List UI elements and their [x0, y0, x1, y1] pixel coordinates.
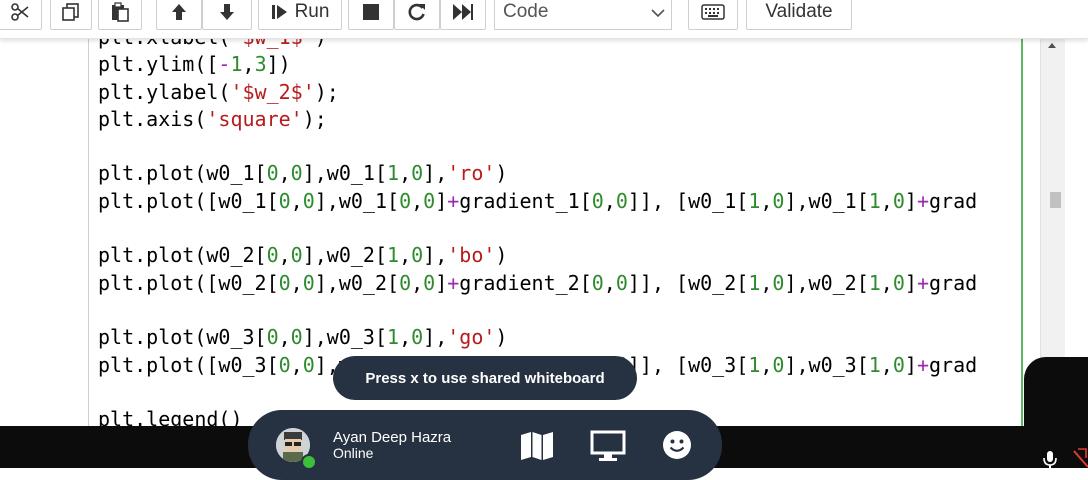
run-all-button[interactable]: [440, 0, 486, 30]
interrupt-button[interactable]: [348, 0, 394, 30]
move-cell-down-button[interactable]: [202, 0, 252, 30]
paste-button[interactable]: [98, 0, 142, 30]
user-name: Ayan Deep Hazra: [333, 429, 452, 446]
mic-muted-icon[interactable]: [1072, 448, 1088, 468]
restart-kernel-button[interactable]: [394, 0, 440, 30]
restart-icon: [408, 3, 425, 21]
code-line: plt.plot([w0_2[0,0],w0_2[0,0]+gradient_2…: [98, 270, 978, 295]
user-pill: [248, 410, 722, 480]
user-status: Online: [333, 445, 374, 461]
whiteboard-hint-toast: Press x to use shared whiteboard: [333, 356, 637, 400]
code-line: plt.ylim([-1,3]): [98, 52, 291, 77]
move-cell-up-button[interactable]: [156, 0, 202, 30]
code-line: plt.axis('square');: [98, 106, 327, 131]
run-label: Run: [294, 1, 330, 22]
map-icon[interactable]: [520, 431, 554, 461]
scissors-icon: [11, 3, 29, 21]
cell-type-value: Code: [503, 1, 549, 22]
cell-type-select[interactable]: Code: [494, 0, 672, 30]
cut-button[interactable]: [0, 0, 42, 30]
copy-icon: [62, 3, 79, 21]
validate-label: Validate: [765, 1, 833, 22]
fast-forward-icon: [453, 4, 473, 20]
stop-icon: [363, 4, 379, 20]
smiley-icon[interactable]: [662, 430, 692, 460]
run-button[interactable]: Run: [258, 0, 342, 30]
paste-icon: [112, 2, 129, 22]
code-line: plt.plot(w0_2[0,0],w0_2[1,0],'bo'): [98, 243, 508, 268]
validate-button[interactable]: Validate: [746, 0, 852, 30]
code-line: plt.plot(w0_1[0,0],w0_1[1,0],'ro'): [98, 161, 508, 186]
chevron-down-icon: [651, 9, 665, 18]
copy-button[interactable]: [50, 0, 92, 30]
cell-input-border: [88, 38, 89, 428]
arrow-down-icon: [220, 4, 234, 20]
scrollbar-thumb[interactable]: [1050, 192, 1061, 208]
cell-edit-mode-border: [1021, 38, 1023, 428]
arrow-up-icon: [172, 4, 186, 20]
notebook-toolbar: Run Code Validate: [0, 0, 1088, 39]
code-line: plt.plot([w0_1[0,0],w0_1[0,0]+gradient_1…: [98, 188, 978, 213]
toast-message: Press x to use shared whiteboard: [365, 369, 605, 387]
microphone-icon[interactable]: [1042, 450, 1058, 468]
code-line: plt.plot(w0_3[0,0],w0_3[1,0],'go'): [98, 325, 508, 350]
scroll-up-arrow-icon[interactable]: [1048, 43, 1056, 48]
code-line: plt.ylabel('$w_2$');: [98, 79, 339, 104]
monitor-icon[interactable]: [590, 430, 626, 462]
command-palette-button[interactable]: [688, 0, 738, 30]
keyboard-icon: [701, 4, 725, 20]
step-forward-icon: [271, 5, 287, 19]
